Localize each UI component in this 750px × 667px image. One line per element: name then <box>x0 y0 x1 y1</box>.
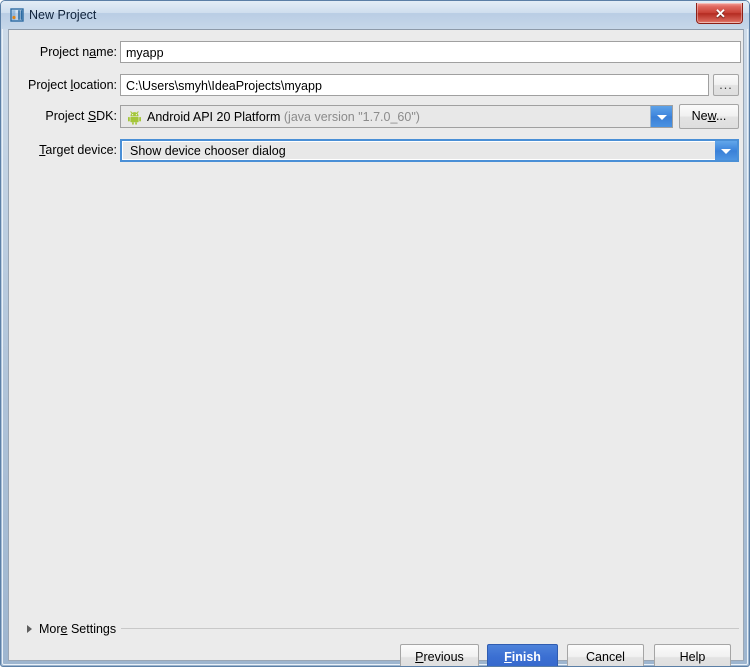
project-sdk-label: Project SDK: <box>13 109 117 123</box>
project-location-input[interactable]: C:\Users\smyh\IdeaProjects\myapp <box>120 74 709 96</box>
project-name-label-post: me: <box>96 45 117 59</box>
target-device-label: Target device: <box>13 143 117 157</box>
finish-button[interactable]: Finish <box>487 644 558 666</box>
footer-separator <box>9 642 743 643</box>
new-sdk-button-mnemonic: w <box>707 109 716 123</box>
browse-location-button[interactable]: ... <box>713 74 739 96</box>
close-button[interactable]: ✕ <box>696 3 743 24</box>
more-settings-label: More Settings <box>39 621 116 637</box>
target-device-dropdown-button[interactable] <box>715 141 737 160</box>
new-project-dialog-window: New Project ✕ Project name: myapp Projec… <box>0 0 750 667</box>
finish-button-post: inish <box>511 650 541 664</box>
target-device-label-post: arget device: <box>45 143 117 157</box>
triangle-right-icon <box>27 625 32 633</box>
project-sdk-dropdown-button[interactable] <box>650 106 672 127</box>
window-title: New Project <box>29 8 97 22</box>
target-device-value: Show device chooser dialog <box>130 144 286 158</box>
project-sdk-label-post: DK: <box>96 109 117 123</box>
project-name-label-pre: Project n <box>39 45 90 59</box>
project-sdk-value: Android API 20 Platform (java version "1… <box>147 106 646 128</box>
project-name-input[interactable]: myapp <box>120 41 741 63</box>
chevron-down-icon <box>721 148 731 154</box>
project-sdk-label-mnemonic: S <box>87 109 97 123</box>
more-settings-label-pre: Mor <box>39 622 61 636</box>
project-sdk-combobox[interactable]: Android API 20 Platform (java version "1… <box>120 105 673 128</box>
project-sdk-label-pre: Project <box>45 109 88 123</box>
help-button[interactable]: Help <box>654 644 731 666</box>
more-settings-label-post: Settings <box>67 622 117 636</box>
android-robot-icon <box>127 110 142 125</box>
dialog-content-panel: Project name: myapp Project location: C:… <box>8 29 744 666</box>
cancel-button[interactable]: Cancel <box>567 644 644 666</box>
help-button-pre: Help <box>679 650 706 664</box>
new-sdk-button-pre: Ne <box>691 109 708 123</box>
project-sdk-value-detail: (java version "1.7.0_60") <box>283 110 420 124</box>
chevron-down-icon <box>656 114 667 120</box>
target-device-combobox[interactable]: Show device chooser dialog <box>120 139 739 162</box>
finish-button-mnemonic: F <box>504 650 512 664</box>
project-name-label: Project name: <box>13 45 117 59</box>
intellij-idea-icon <box>9 7 25 23</box>
project-location-label-post: ocation: <box>73 78 117 92</box>
close-icon: ✕ <box>715 6 726 21</box>
previous-button-post: revious <box>423 650 464 664</box>
project-location-label: Project location: <box>13 78 117 92</box>
more-settings-separator <box>121 628 739 629</box>
previous-button-mnemonic: P <box>415 650 424 664</box>
previous-button[interactable]: Previous <box>400 644 479 666</box>
project-location-label-pre: Project <box>28 78 71 92</box>
new-sdk-button-post: ... <box>715 109 727 123</box>
title-bar[interactable]: New Project ✕ <box>1 1 749 29</box>
project-sdk-value-main: Android API 20 Platform <box>147 110 281 124</box>
new-sdk-button[interactable]: New... <box>679 104 739 129</box>
cancel-button-pre: Cancel <box>586 650 625 664</box>
